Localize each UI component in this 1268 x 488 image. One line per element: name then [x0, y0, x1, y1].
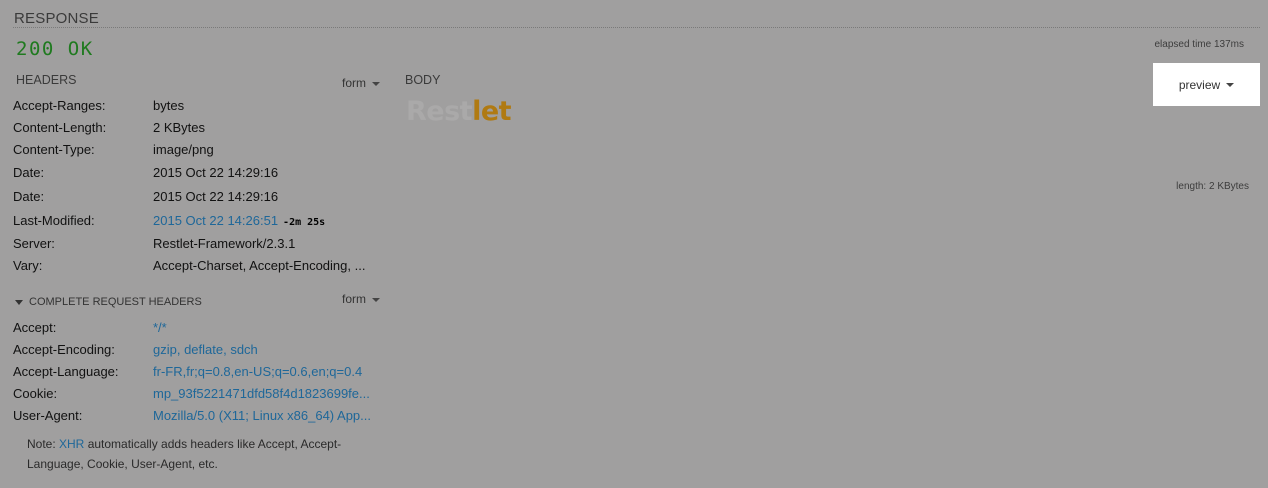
- chevron-down-icon: [1226, 82, 1235, 87]
- header-value: Restlet-Framework/2.3.1: [153, 236, 296, 251]
- request-header-value[interactable]: fr-FR,fr;q=0.8,en-US;q=0.6,en;q=0.4: [153, 363, 362, 381]
- chevron-down-icon: [372, 297, 380, 302]
- triangle-down-icon: [15, 299, 23, 305]
- header-value: Accept-Charset, Accept-Encoding, ...: [153, 258, 366, 273]
- elapsed-time: elapsed time 137ms: [1154, 39, 1245, 50]
- header-key: Server:: [13, 236, 55, 251]
- request-headers-format-dropdown[interactable]: form: [342, 292, 380, 306]
- header-value: 2015 Oct 22 14:29:16: [153, 189, 279, 204]
- time-delta: -2m 25s: [283, 217, 326, 228]
- note-prefix: Note:: [27, 437, 60, 451]
- response-body-preview-logo: Restlet: [406, 96, 512, 127]
- request-header-key: Accept-Language:: [13, 364, 119, 379]
- request-header-value[interactable]: gzip, deflate, sdch: [153, 341, 258, 359]
- body-view-dropdown[interactable]: preview: [1153, 63, 1260, 106]
- body-view-label: preview: [1178, 77, 1221, 92]
- header-value: image/png: [153, 142, 214, 157]
- request-header-value[interactable]: mp_93f5221471dfd58f4d1823699fe...: [153, 385, 370, 403]
- request-header-key: Cookie:: [13, 386, 58, 401]
- body-length: length: 2 KBytes: [1176, 181, 1249, 192]
- response-section-title: RESPONSE: [14, 10, 99, 27]
- last-modified-link[interactable]: 2015 Oct 22 14:26:51: [153, 213, 278, 228]
- body-title: BODY: [405, 73, 441, 87]
- header-key: Date:: [13, 165, 45, 180]
- header-value: bytes: [153, 98, 185, 113]
- request-header-key: User-Agent:: [13, 408, 83, 423]
- logo-text-part2: let: [472, 96, 512, 127]
- header-key: Vary:: [13, 258, 43, 273]
- section-divider: [13, 27, 1260, 28]
- request-headers-toggle[interactable]: COMPLETE REQUEST HEADERS: [15, 296, 202, 308]
- headers-format-dropdown[interactable]: form: [342, 76, 380, 90]
- request-header-key: Accept:: [13, 320, 57, 335]
- headers-format-label: form: [342, 76, 366, 90]
- header-value: 2015 Oct 22 14:29:16: [153, 165, 279, 180]
- header-value: 2 KBytes: [153, 120, 206, 135]
- xhr-link[interactable]: XHR: [59, 437, 84, 451]
- status-code: 200 OK: [16, 38, 94, 60]
- xhr-note: Note: XHR automatically adds headers lik…: [27, 434, 367, 474]
- request-headers-title: COMPLETE REQUEST HEADERS: [29, 296, 202, 308]
- header-key: Content-Length:: [13, 120, 107, 135]
- header-value-group: 2015 Oct 22 14:26:51 -2m 25s: [153, 212, 325, 232]
- headers-title: HEADERS: [16, 73, 77, 87]
- chevron-down-icon: [372, 81, 380, 86]
- request-header-value[interactable]: */*: [153, 319, 167, 337]
- request-header-key: Accept-Encoding:: [13, 342, 115, 357]
- header-key: Content-Type:: [13, 142, 95, 157]
- request-header-value[interactable]: Mozilla/5.0 (X11; Linux x86_64) App...: [153, 407, 371, 425]
- header-key: Date:: [13, 189, 45, 204]
- header-key: Last-Modified:: [13, 213, 95, 228]
- request-headers-format-label: form: [342, 292, 366, 306]
- header-key: Accept-Ranges:: [13, 98, 106, 113]
- logo-text-part1: Rest: [406, 96, 473, 127]
